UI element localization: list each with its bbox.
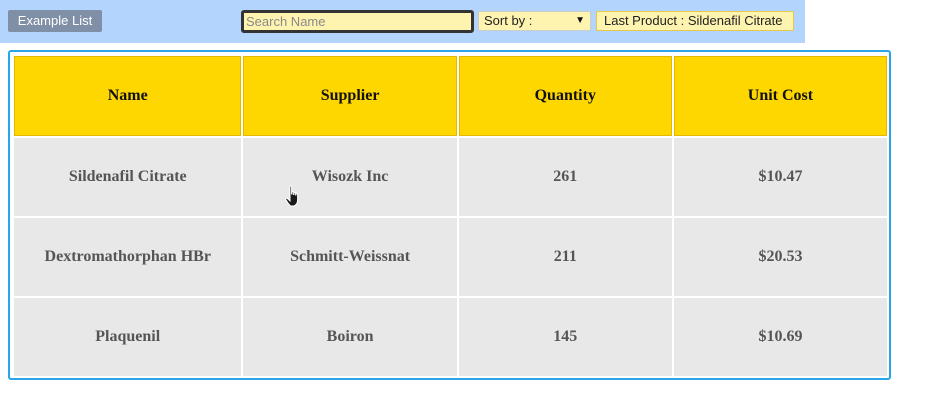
toolbar: Example List Sort by : ▼ Last Product : … xyxy=(0,0,805,43)
sort-by-select[interactable]: Sort by : ▼ xyxy=(478,11,591,31)
cell-name: Plaquenil xyxy=(14,298,242,376)
cell-name: Sildenafil Citrate xyxy=(14,138,242,216)
products-table-frame: Name Supplier Quantity Unit Cost Sildena… xyxy=(8,50,891,380)
cell-quantity: 145 xyxy=(458,298,672,376)
search-name-input[interactable] xyxy=(241,10,474,33)
header-name[interactable]: Name xyxy=(14,56,242,136)
cell-unit-cost: $10.47 xyxy=(673,138,887,216)
header-supplier[interactable]: Supplier xyxy=(243,56,457,136)
example-list-button[interactable]: Example List xyxy=(8,10,102,32)
header-quantity[interactable]: Quantity xyxy=(458,56,672,136)
cell-unit-cost: $20.53 xyxy=(673,218,887,296)
cell-supplier: Wisozk Inc xyxy=(243,138,457,216)
table-header-row: Name Supplier Quantity Unit Cost xyxy=(14,56,887,136)
sort-by-label: Sort by : xyxy=(484,13,533,28)
products-table: Name Supplier Quantity Unit Cost Sildena… xyxy=(12,54,889,378)
cell-quantity: 261 xyxy=(458,138,672,216)
cell-supplier: Schmitt-Weissnat xyxy=(243,218,457,296)
cell-name: Dextromathorphan HBr xyxy=(14,218,242,296)
table-row[interactable]: Plaquenil Boiron 145 $10.69 xyxy=(14,298,887,376)
cell-quantity: 211 xyxy=(458,218,672,296)
last-product-badge: Last Product : Sildenafil Citrate xyxy=(596,11,794,31)
table-row[interactable]: Dextromathorphan HBr Schmitt-Weissnat 21… xyxy=(14,218,887,296)
cell-supplier: Boiron xyxy=(243,298,457,376)
header-unit-cost[interactable]: Unit Cost xyxy=(673,56,887,136)
dropdown-arrow-icon: ▼ xyxy=(575,15,585,26)
cell-unit-cost: $10.69 xyxy=(673,298,887,376)
table-row[interactable]: Sildenafil Citrate Wisozk Inc 261 $10.47 xyxy=(14,138,887,216)
